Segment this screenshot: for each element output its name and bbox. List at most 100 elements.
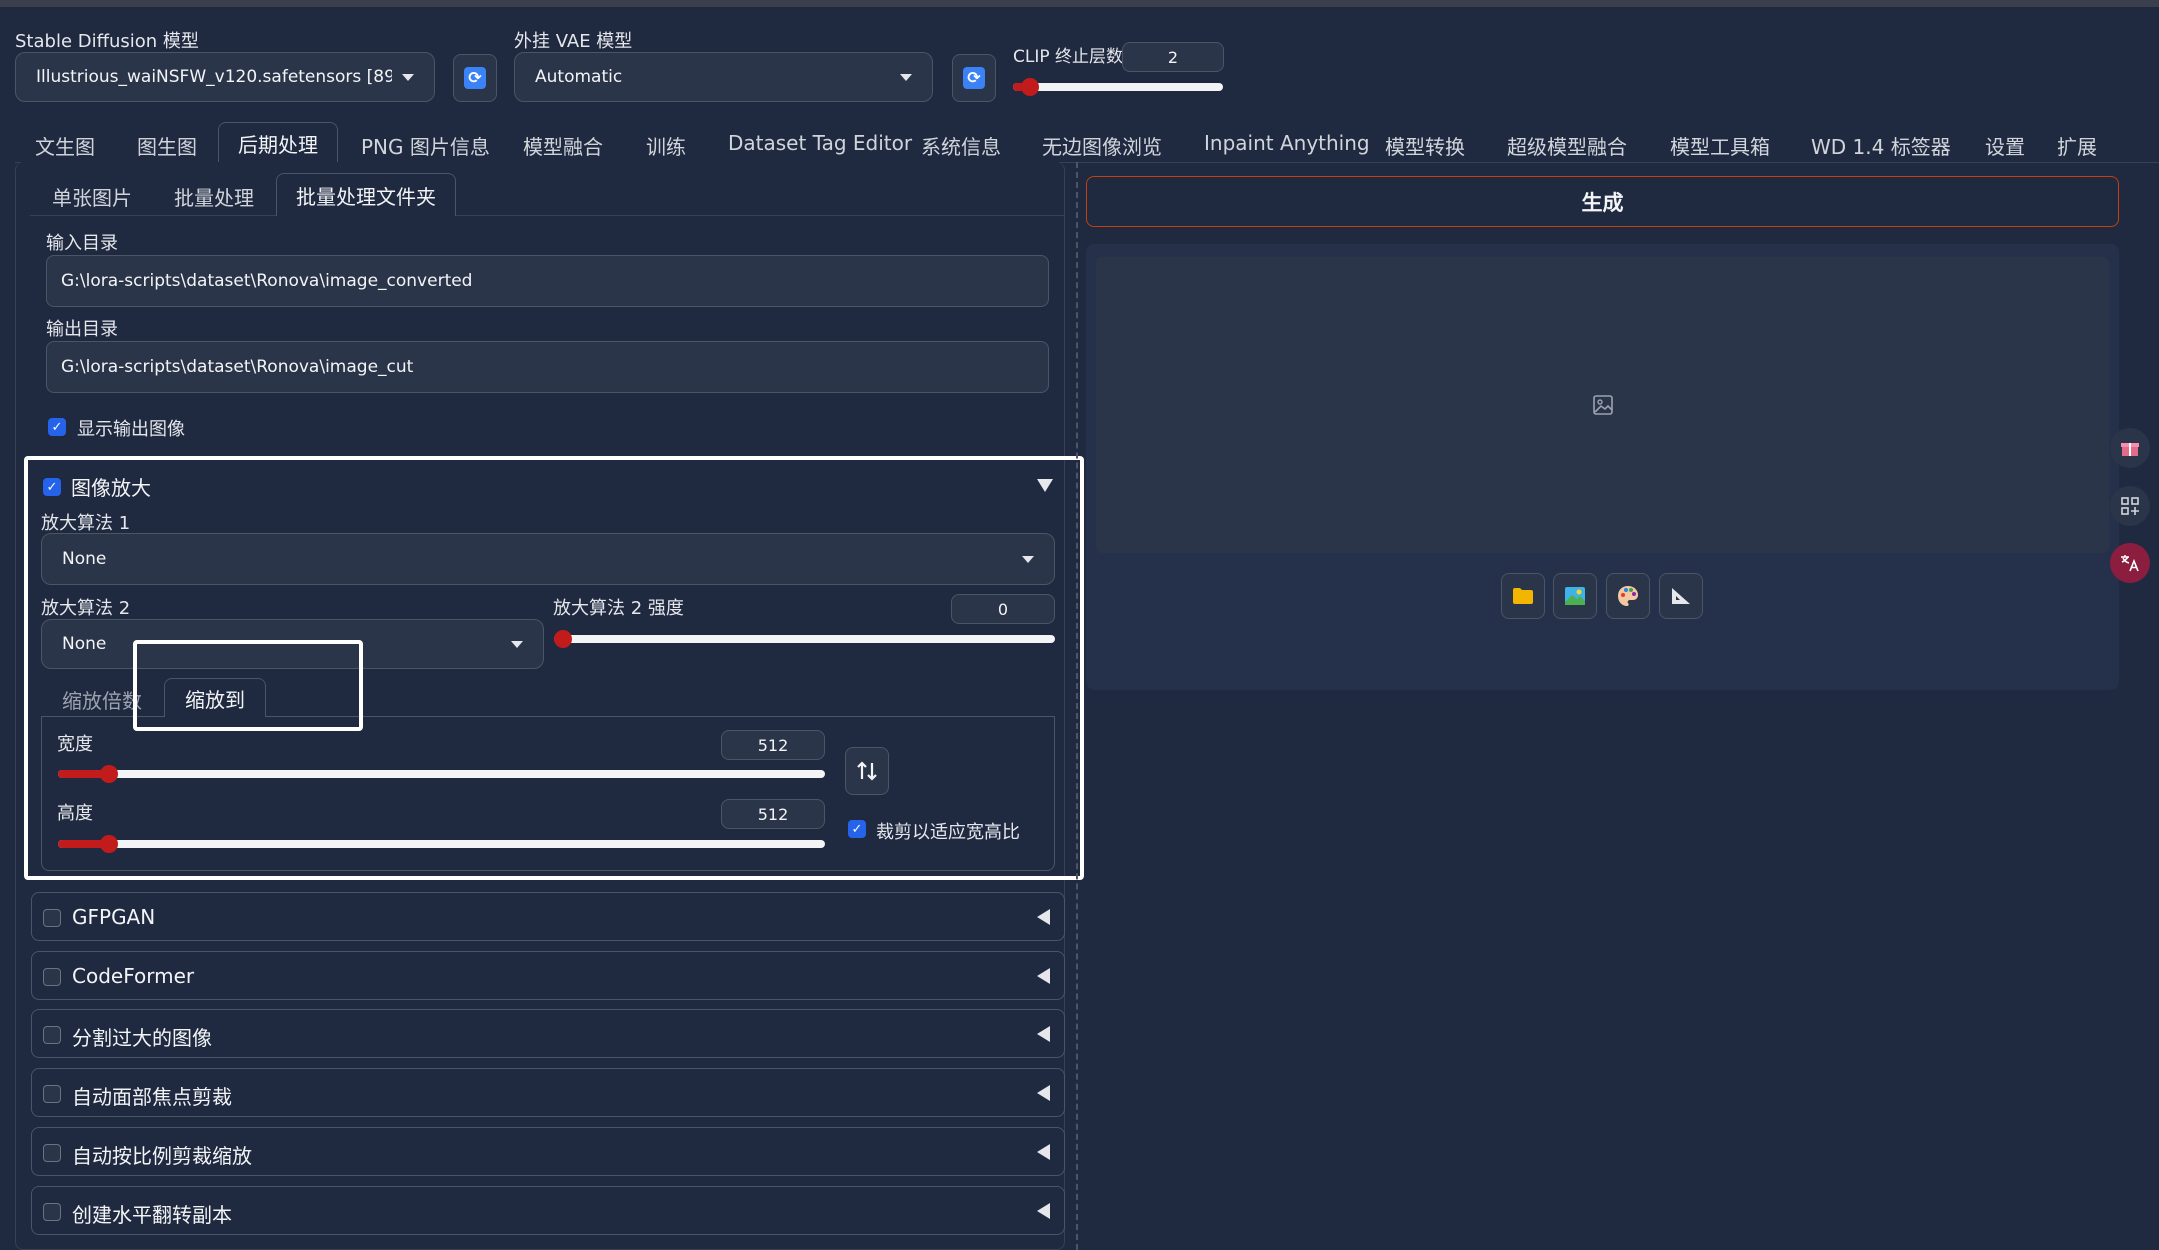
accordion-checkbox[interactable] [43,909,61,927]
upscaler1-dropdown[interactable]: None [41,533,1055,585]
expand-triangle-icon[interactable] [1037,1203,1050,1219]
upscaler1-label: 放大算法 1 [41,513,131,534]
expand-triangle-icon[interactable] [1037,1144,1050,1160]
upscaler2-strength-input[interactable]: 0 [951,594,1055,624]
tab-main-3[interactable]: PNG 图片信息 [361,131,490,160]
expand-triangle-icon[interactable] [1037,1026,1050,1042]
refresh-sd-model-button[interactable]: ⟳ [453,54,497,102]
upscaler2-label: 放大算法 2 [41,598,131,619]
refresh-icon: ⟳ [464,67,486,89]
tab-main-0[interactable]: 文生图 [35,131,95,160]
swap-icon [857,761,877,781]
show-output-checkbox[interactable]: ✓ [48,418,66,436]
apps-button[interactable] [2110,486,2150,526]
send-to-img2img-button[interactable] [1553,573,1597,619]
accordion-checkbox[interactable] [43,968,61,986]
tab-main-6[interactable]: Dataset Tag Editor [728,131,912,155]
vae-dropdown[interactable]: Automatic [514,52,933,102]
tab-scale-by[interactable]: 缩放倍数 [62,685,142,714]
width-label: 宽度 [57,734,93,755]
accordion-title: 分割过大的图像 [72,1026,212,1050]
chevron-down-icon [402,73,414,81]
upscaler2-strength-label: 放大算法 2 强度 [553,598,684,619]
sd-model-dropdown[interactable]: Illustrious_waiNSFW_v120.safetensors [89… [15,52,435,102]
ruler-icon [1672,588,1690,604]
open-folder-button[interactable] [1501,573,1545,619]
width-slider[interactable] [58,765,825,783]
sd-model-label: Stable Diffusion 模型 [15,31,199,52]
upscaler2-strength-slider[interactable] [554,630,1055,648]
accordion-0[interactable]: GFPGAN [31,892,1065,941]
accordion-checkbox[interactable] [43,1085,61,1103]
accordion-checkbox[interactable] [43,1144,61,1162]
tab-main-4[interactable]: 模型融合 [523,131,603,160]
tab-main-1[interactable]: 图生图 [137,131,197,160]
tab-main-12[interactable]: 模型工具箱 [1670,131,1770,160]
accordion-title: 创建水平翻转副本 [72,1203,232,1227]
accordion-title: 自动面部焦点剪裁 [72,1085,232,1109]
generate-button[interactable]: 生成 [1086,176,2119,227]
accordion-title: GFPGAN [72,905,156,929]
tab-main-9[interactable]: Inpaint Anything [1204,131,1370,155]
expand-triangle-icon[interactable] [1037,1085,1050,1101]
accordion-1[interactable]: CodeFormer [31,951,1065,1000]
swap-dimensions-button[interactable] [845,747,889,795]
tab-sub-1[interactable]: 批量处理 [174,182,254,211]
upscaler1-value: None [62,549,107,569]
refresh-icon: ⟳ [963,67,985,89]
accordion-checkbox[interactable] [43,1203,61,1221]
main-tabs: 文生图 图生图 后期处理 PNG 图片信息 模型融合 训练 Dataset Tag Edit… [0,122,2159,164]
gift-button[interactable] [2110,428,2150,468]
tab-main-7[interactable]: 系统信息 [921,131,1001,160]
folder-icon [1513,588,1533,604]
palette-icon [1618,586,1638,606]
tab-main-8[interactable]: 无边图像浏览 [1042,131,1162,160]
tab-main-14[interactable]: 设置 [1985,131,2025,160]
expand-triangle-icon[interactable] [1037,909,1050,925]
tab-main-2[interactable]: 后期处理 [218,122,338,164]
output-dir-field[interactable]: G:\lora-scripts\dataset\Ronova\image_cut [46,341,1049,393]
image-placeholder-icon [1592,395,1613,415]
clip-skip-slider[interactable] [1013,78,1223,96]
tab-sub-0[interactable]: 单张图片 [52,182,132,211]
height-label: 高度 [57,803,93,824]
tab-main-10[interactable]: 模型转换 [1385,131,1465,160]
output-dir-label: 输出目录 [46,319,118,340]
tab-main-5[interactable]: 训练 [646,131,686,160]
crop-to-fit-checkbox[interactable]: ✓ [848,820,866,838]
crop-to-fit-label: 裁剪以适应宽高比 [876,822,1020,843]
accordion-3[interactable]: 自动面部焦点剪裁 [31,1068,1065,1117]
tab-main-15[interactable]: 扩展 [2057,131,2097,160]
refresh-vae-button[interactable]: ⟳ [952,54,996,102]
panel-splitter[interactable] [1076,162,1078,1250]
grid-icon [2121,497,2139,515]
width-input[interactable]: 512 [721,730,825,760]
collapse-triangle-icon[interactable] [1037,479,1053,492]
send-to-inpaint-button[interactable] [1606,573,1650,619]
expand-triangle-icon[interactable] [1037,968,1050,984]
accordion-2[interactable]: 分割过大的图像 [31,1009,1065,1058]
show-output-label: 显示输出图像 [77,419,185,440]
tab-main-13[interactable]: WD 1.4 标签器 [1811,131,1951,160]
sd-model-value: Illustrious_waiNSFW_v120.safetensors [89… [36,67,392,87]
accordion-checkbox[interactable] [43,1026,61,1044]
vae-value: Automatic [535,67,623,87]
height-input[interactable]: 512 [721,799,825,829]
clip-skip-label: CLIP 终止层数 [1013,47,1124,67]
height-slider[interactable] [58,835,825,853]
translate-button[interactable] [2110,543,2150,583]
tab-main-11[interactable]: 超级模型融合 [1507,131,1627,160]
window-top-bar [0,0,2159,7]
accordion-4[interactable]: 自动按比例剪裁缩放 [31,1127,1065,1176]
input-dir-label: 输入目录 [46,233,118,254]
input-dir-field[interactable]: G:\lora-scripts\dataset\Ronova\image_con… [46,255,1049,307]
send-to-extras-button[interactable] [1659,573,1703,619]
clip-skip-input[interactable]: 2 [1122,42,1224,72]
accordion-5[interactable]: 创建水平翻转副本 [31,1186,1065,1235]
upscale-enable-checkbox[interactable]: ✓ [43,478,61,496]
tab-sub-2[interactable]: 批量处理文件夹 [276,173,456,216]
output-image-area [1096,257,2109,553]
vae-label: 外挂 VAE 模型 [514,31,633,52]
chevron-down-icon [1022,555,1034,563]
upscale-title: 图像放大 [71,476,151,500]
